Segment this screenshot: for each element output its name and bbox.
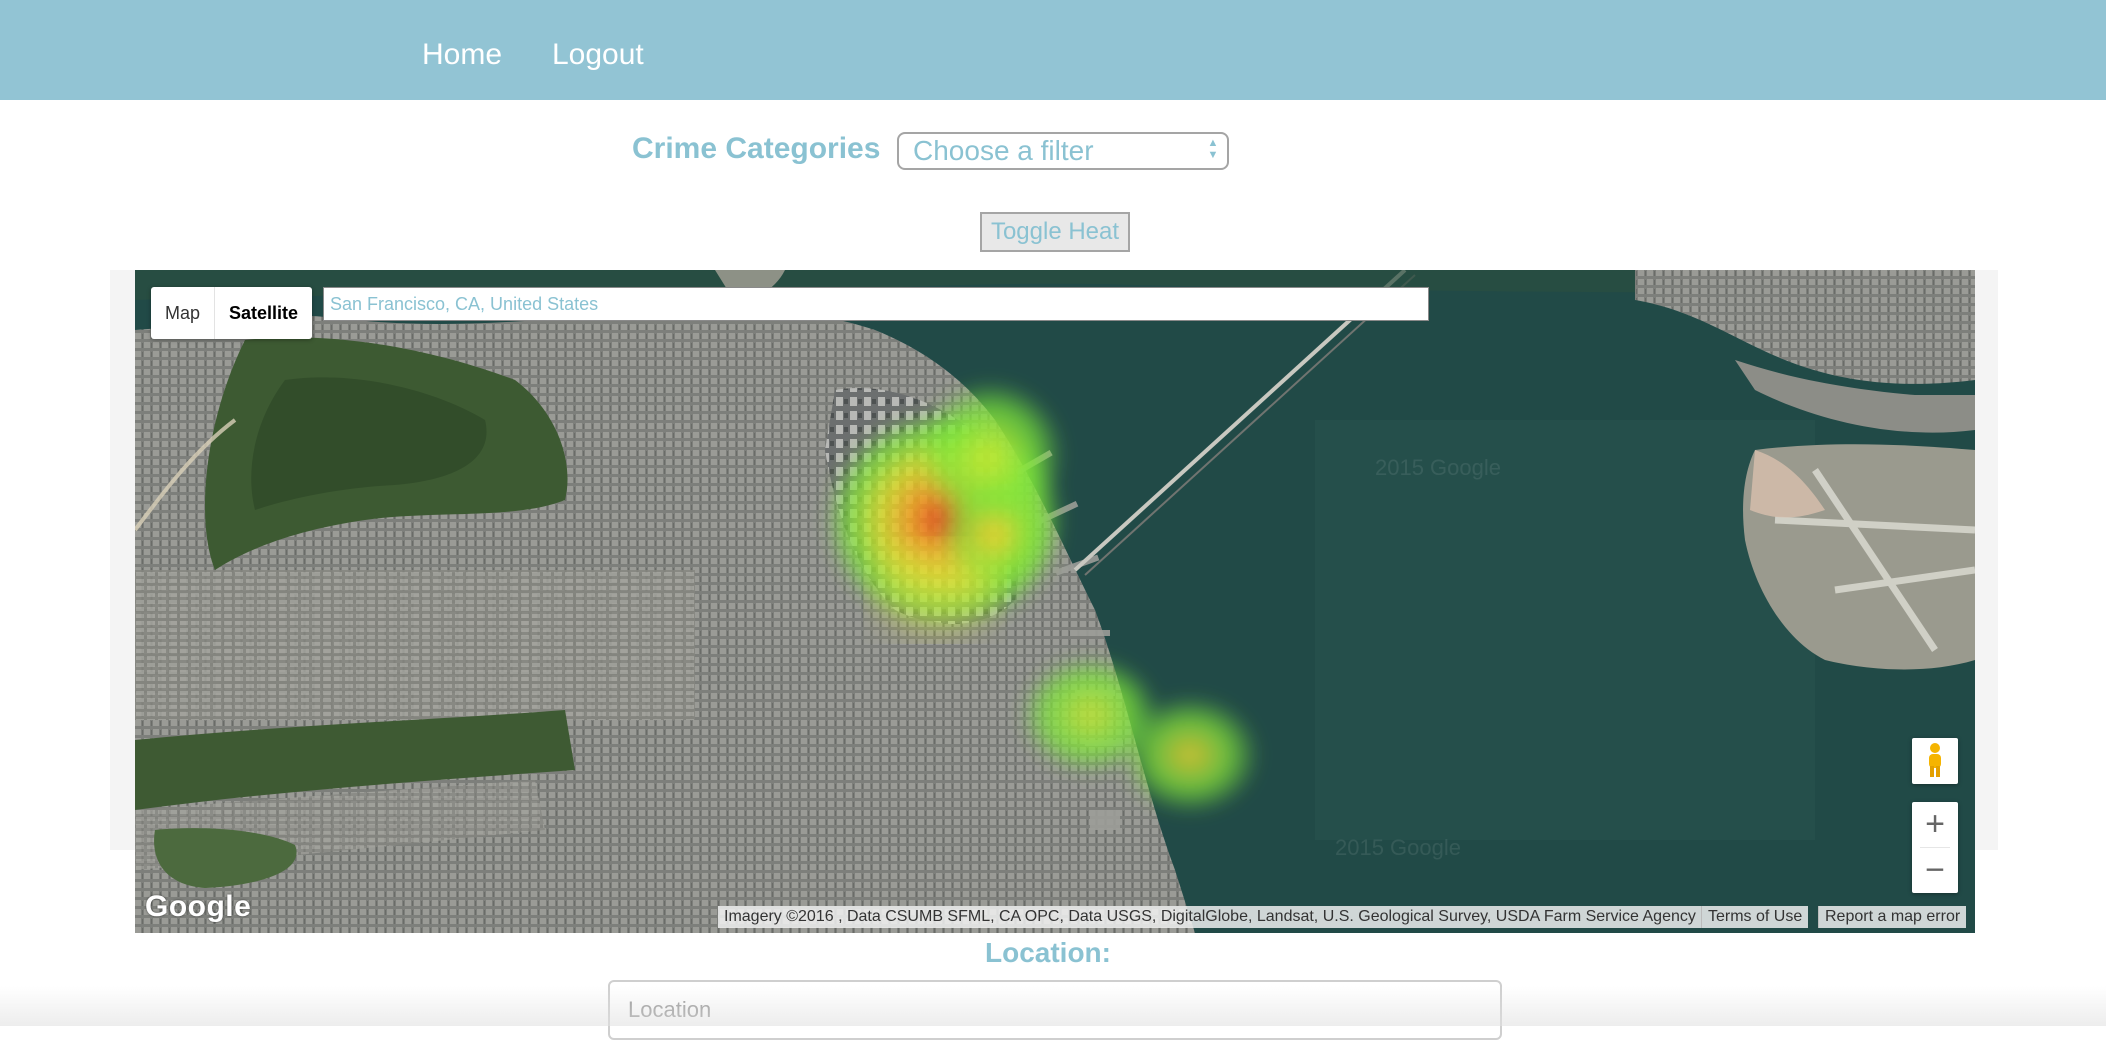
- location-input[interactable]: [608, 980, 1502, 1040]
- location-label: Location:: [985, 937, 1111, 968]
- map-type-map-button[interactable]: Map: [151, 287, 214, 339]
- zoom-in-button[interactable]: +: [1912, 802, 1958, 847]
- terms-of-use-link[interactable]: Terms of Use: [1701, 906, 1809, 928]
- map-watermark: 2015 Google: [1335, 835, 1461, 860]
- satellite-imagery: [135, 270, 1975, 933]
- nav-logout-link[interactable]: Logout: [552, 38, 644, 72]
- satellite-map[interactable]: 2015 Google 2015 Google Map Satellite Sa…: [135, 270, 1975, 933]
- map-attribution: Imagery ©2016 , Data CSUMB SFML, CA OPC,…: [718, 906, 1702, 928]
- map-watermark: 2015 Google: [1375, 455, 1501, 480]
- zoom-control: + −: [1912, 802, 1958, 893]
- nav-home-link[interactable]: Home: [422, 38, 502, 72]
- zoom-out-button[interactable]: −: [1912, 848, 1958, 893]
- select-arrows-icon: ▲ ▼: [1207, 137, 1219, 161]
- pegman-icon: [1929, 743, 1941, 777]
- top-navbar: Home Logout: [0, 0, 2106, 100]
- street-view-control[interactable]: [1912, 738, 1958, 784]
- crime-categories-label: Crime Categories: [632, 132, 881, 165]
- map-search-input[interactable]: San Francisco, CA, United States: [323, 287, 1429, 321]
- report-map-error-link[interactable]: Report a map error: [1818, 906, 1967, 928]
- google-logo: Google: [145, 890, 252, 923]
- crime-category-select[interactable]: Choose a filter ▲ ▼: [897, 132, 1229, 170]
- map-type-control: Map Satellite: [151, 287, 313, 339]
- map-type-satellite-button[interactable]: Satellite: [215, 287, 312, 339]
- toggle-heat-button[interactable]: Toggle Heat: [980, 212, 1130, 252]
- select-value: Choose a filter: [913, 135, 1094, 166]
